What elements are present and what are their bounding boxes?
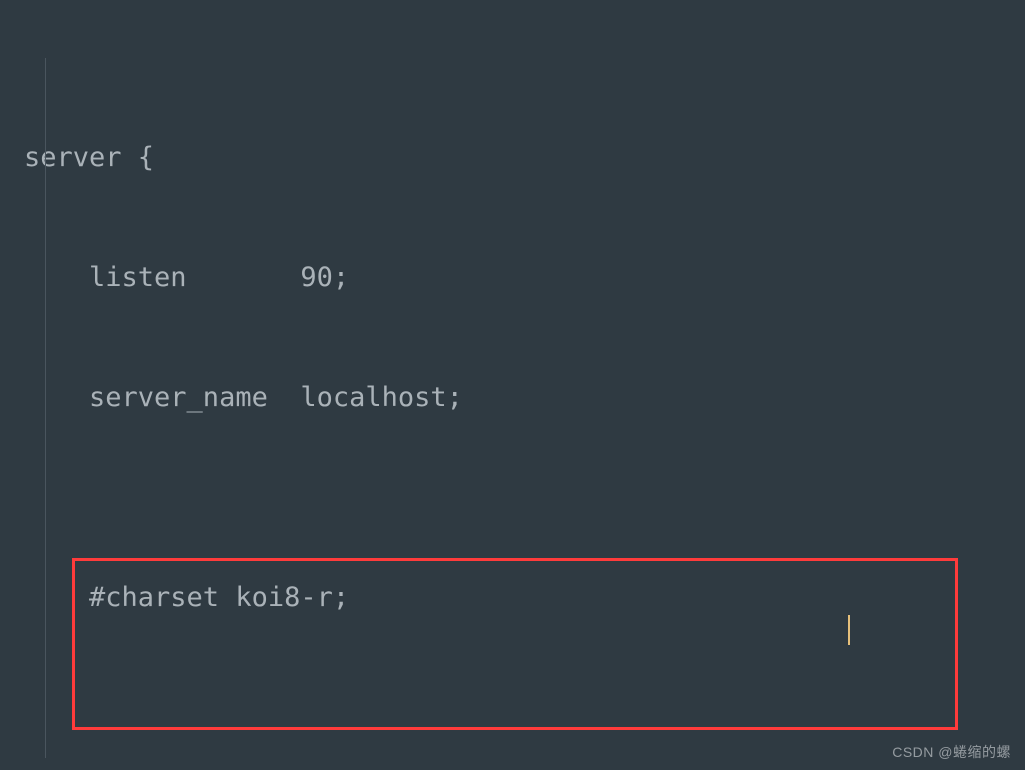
code-line: server_name localhost; (0, 378, 1025, 418)
indent-guide (45, 58, 46, 758)
code-line: #charset koi8-r; (0, 578, 1025, 618)
code-line: listen 90; (0, 258, 1025, 298)
text-cursor (848, 615, 850, 645)
code-line: server { (0, 138, 1025, 178)
watermark: CSDN @蜷缩的螺 (892, 742, 1011, 762)
code-block: server { listen 90; server_name localhos… (0, 0, 1025, 770)
